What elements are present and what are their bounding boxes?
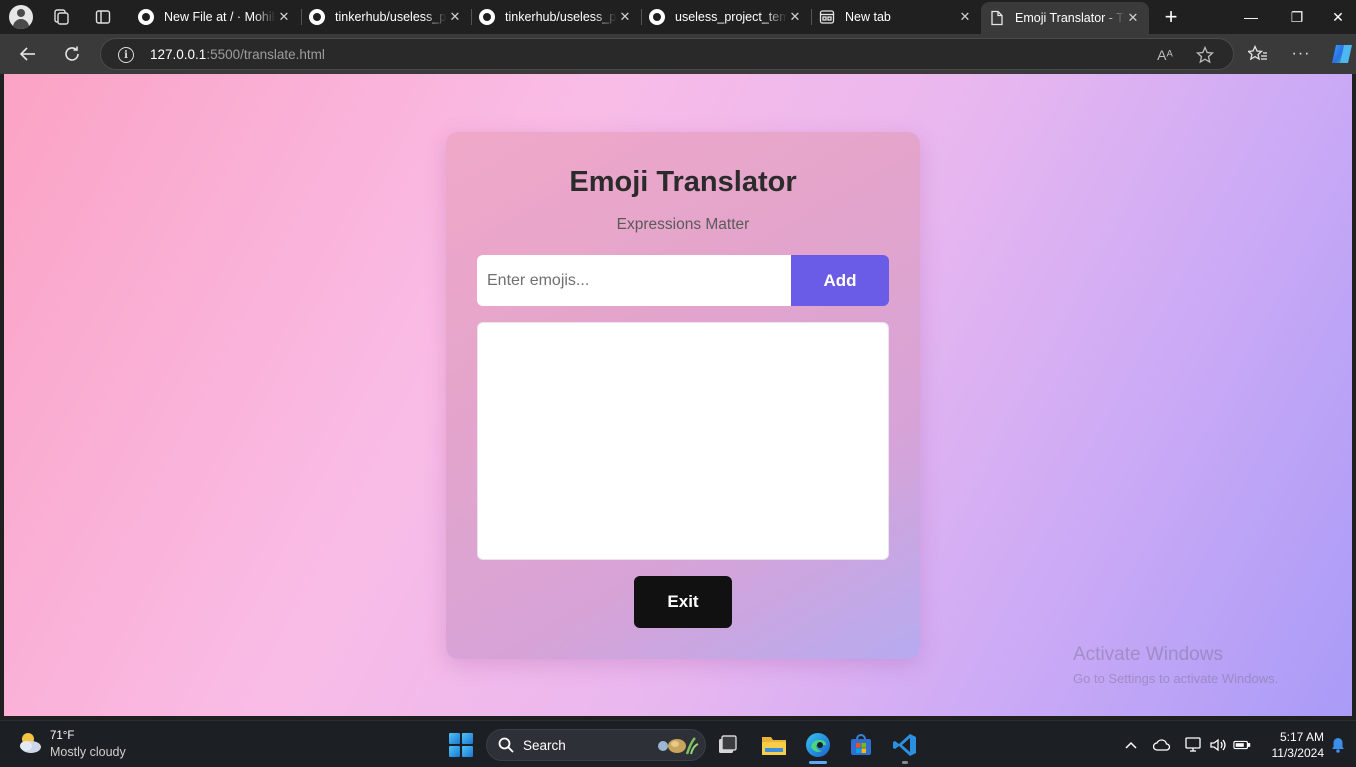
profile-avatar-icon[interactable]	[9, 5, 33, 29]
translator-card: Emoji Translator Expressions Matter Add …	[446, 132, 920, 659]
clock-date[interactable]: 11/3/2024	[1266, 746, 1325, 760]
windows-taskbar: 71°F Mostly cloudy Search 5:17 AM 11/3/2…	[0, 720, 1356, 767]
page-icon	[989, 10, 1005, 26]
windows-start-icon[interactable]	[449, 733, 473, 757]
tab-tinkerhub-2[interactable]: tinkerhub/useless_pr ✕	[471, 2, 641, 32]
restore-button[interactable]: ❐	[1274, 0, 1320, 34]
page-title: Emoji Translator	[569, 166, 797, 198]
edge-browser-icon[interactable]	[803, 730, 833, 760]
tab-label: tinkerhub/useless_pr	[335, 10, 447, 24]
new-tab-icon	[819, 9, 835, 25]
activate-windows-watermark: Activate Windows Go to Settings to activ…	[1073, 644, 1278, 686]
taskbar-search-box[interactable]: Search	[486, 729, 706, 761]
file-explorer-icon[interactable]	[759, 730, 789, 760]
tab-emoji-translator[interactable]: Emoji Translator - Tr ✕	[981, 2, 1149, 34]
active-app-indicator	[809, 761, 827, 764]
tab-label: New tab	[845, 10, 891, 24]
clock-time[interactable]: 5:17 AM	[1266, 730, 1324, 744]
task-view-icon[interactable]	[712, 730, 742, 760]
refresh-icon	[65, 46, 79, 61]
show-hidden-icons-chevron-icon[interactable]	[1122, 736, 1140, 754]
volume-icon[interactable]	[1209, 736, 1227, 754]
partly-cloudy-icon[interactable]	[16, 729, 44, 757]
open-app-indicator	[902, 761, 908, 764]
new-tab-button[interactable]: +	[1159, 4, 1183, 29]
search-icon	[498, 737, 514, 753]
notification-bell-icon[interactable]	[1329, 736, 1347, 754]
exit-button[interactable]: Exit	[634, 576, 732, 628]
tab-close-icon[interactable]: ✕	[787, 9, 803, 25]
tab-close-icon[interactable]: ✕	[957, 9, 973, 25]
address-bar[interactable]: i 127.0.0.1:5500/translate.html Aᴬ	[100, 38, 1234, 70]
github-icon	[479, 9, 495, 25]
tab-close-icon[interactable]: ✕	[617, 9, 633, 25]
refresh-button[interactable]	[60, 42, 84, 66]
arrow-left-icon	[19, 47, 35, 61]
weather-temperature[interactable]: 71°F	[50, 730, 74, 742]
tab-tinkerhub-1[interactable]: tinkerhub/useless_pr ✕	[301, 2, 471, 32]
translation-output-box	[477, 322, 889, 560]
url-path: :5500/translate.html	[206, 47, 325, 62]
tab-new-tab[interactable]: New tab ✕	[811, 2, 981, 32]
read-aloud-icon[interactable]: Aᴬ	[1155, 45, 1175, 65]
tab-label: New File at / · Mohile	[164, 10, 276, 24]
minimize-button[interactable]: —	[1228, 0, 1274, 34]
url-text[interactable]: 127.0.0.1:5500/translate.html	[150, 47, 325, 62]
vertical-tabs-icon[interactable]	[91, 5, 115, 29]
favorites-icon[interactable]	[1246, 42, 1270, 66]
onedrive-cloud-icon[interactable]	[1153, 736, 1171, 754]
back-button[interactable]	[16, 42, 40, 66]
close-window-button[interactable]: ✕	[1320, 0, 1356, 34]
battery-icon[interactable]	[1233, 736, 1251, 754]
vscode-icon[interactable]	[890, 730, 920, 760]
tab-close-icon[interactable]: ✕	[1125, 10, 1141, 26]
network-icon[interactable]	[1185, 736, 1203, 754]
more-options-icon[interactable]: ···	[1289, 42, 1313, 66]
page-viewport: Emoji Translator Expressions Matter Add …	[4, 74, 1352, 716]
taskbar-search-label: Search	[523, 738, 566, 753]
copilot-icon[interactable]	[1330, 42, 1354, 66]
watermark-title: Activate Windows	[1073, 644, 1223, 665]
page-subtitle: Expressions Matter	[616, 216, 750, 233]
tab-label: Emoji Translator - Tr	[1015, 11, 1125, 25]
browser-toolbar: i 127.0.0.1:5500/translate.html Aᴬ ···	[0, 34, 1356, 74]
search-highlight-icon	[658, 737, 699, 755]
workspaces-icon[interactable]	[49, 5, 73, 29]
microsoft-store-icon[interactable]	[846, 730, 876, 760]
emoji-input[interactable]	[477, 255, 791, 306]
github-icon	[309, 9, 325, 25]
tab-close-icon[interactable]: ✕	[276, 9, 292, 25]
github-icon	[649, 9, 665, 25]
tab-useless-project-template[interactable]: useless_project_temp ✕	[641, 2, 811, 32]
tab-label: tinkerhub/useless_pr	[505, 10, 617, 24]
favorite-star-icon[interactable]	[1195, 45, 1215, 65]
tab-close-icon[interactable]: ✕	[447, 9, 463, 25]
watermark-subtitle: Go to Settings to activate Windows.	[1073, 671, 1279, 686]
browser-tab-strip: New File at / · Mohile ✕ tinkerhub/usele…	[0, 0, 1356, 34]
tab-github-new-file[interactable]: New File at / · Mohile ✕	[130, 2, 300, 32]
tab-label: useless_project_temp	[675, 10, 787, 24]
site-info-icon[interactable]: i	[118, 47, 134, 63]
add-button[interactable]: Add	[791, 255, 889, 306]
url-host: 127.0.0.1	[150, 47, 207, 62]
github-icon	[138, 9, 154, 25]
weather-description[interactable]: Mostly cloudy	[50, 745, 126, 759]
